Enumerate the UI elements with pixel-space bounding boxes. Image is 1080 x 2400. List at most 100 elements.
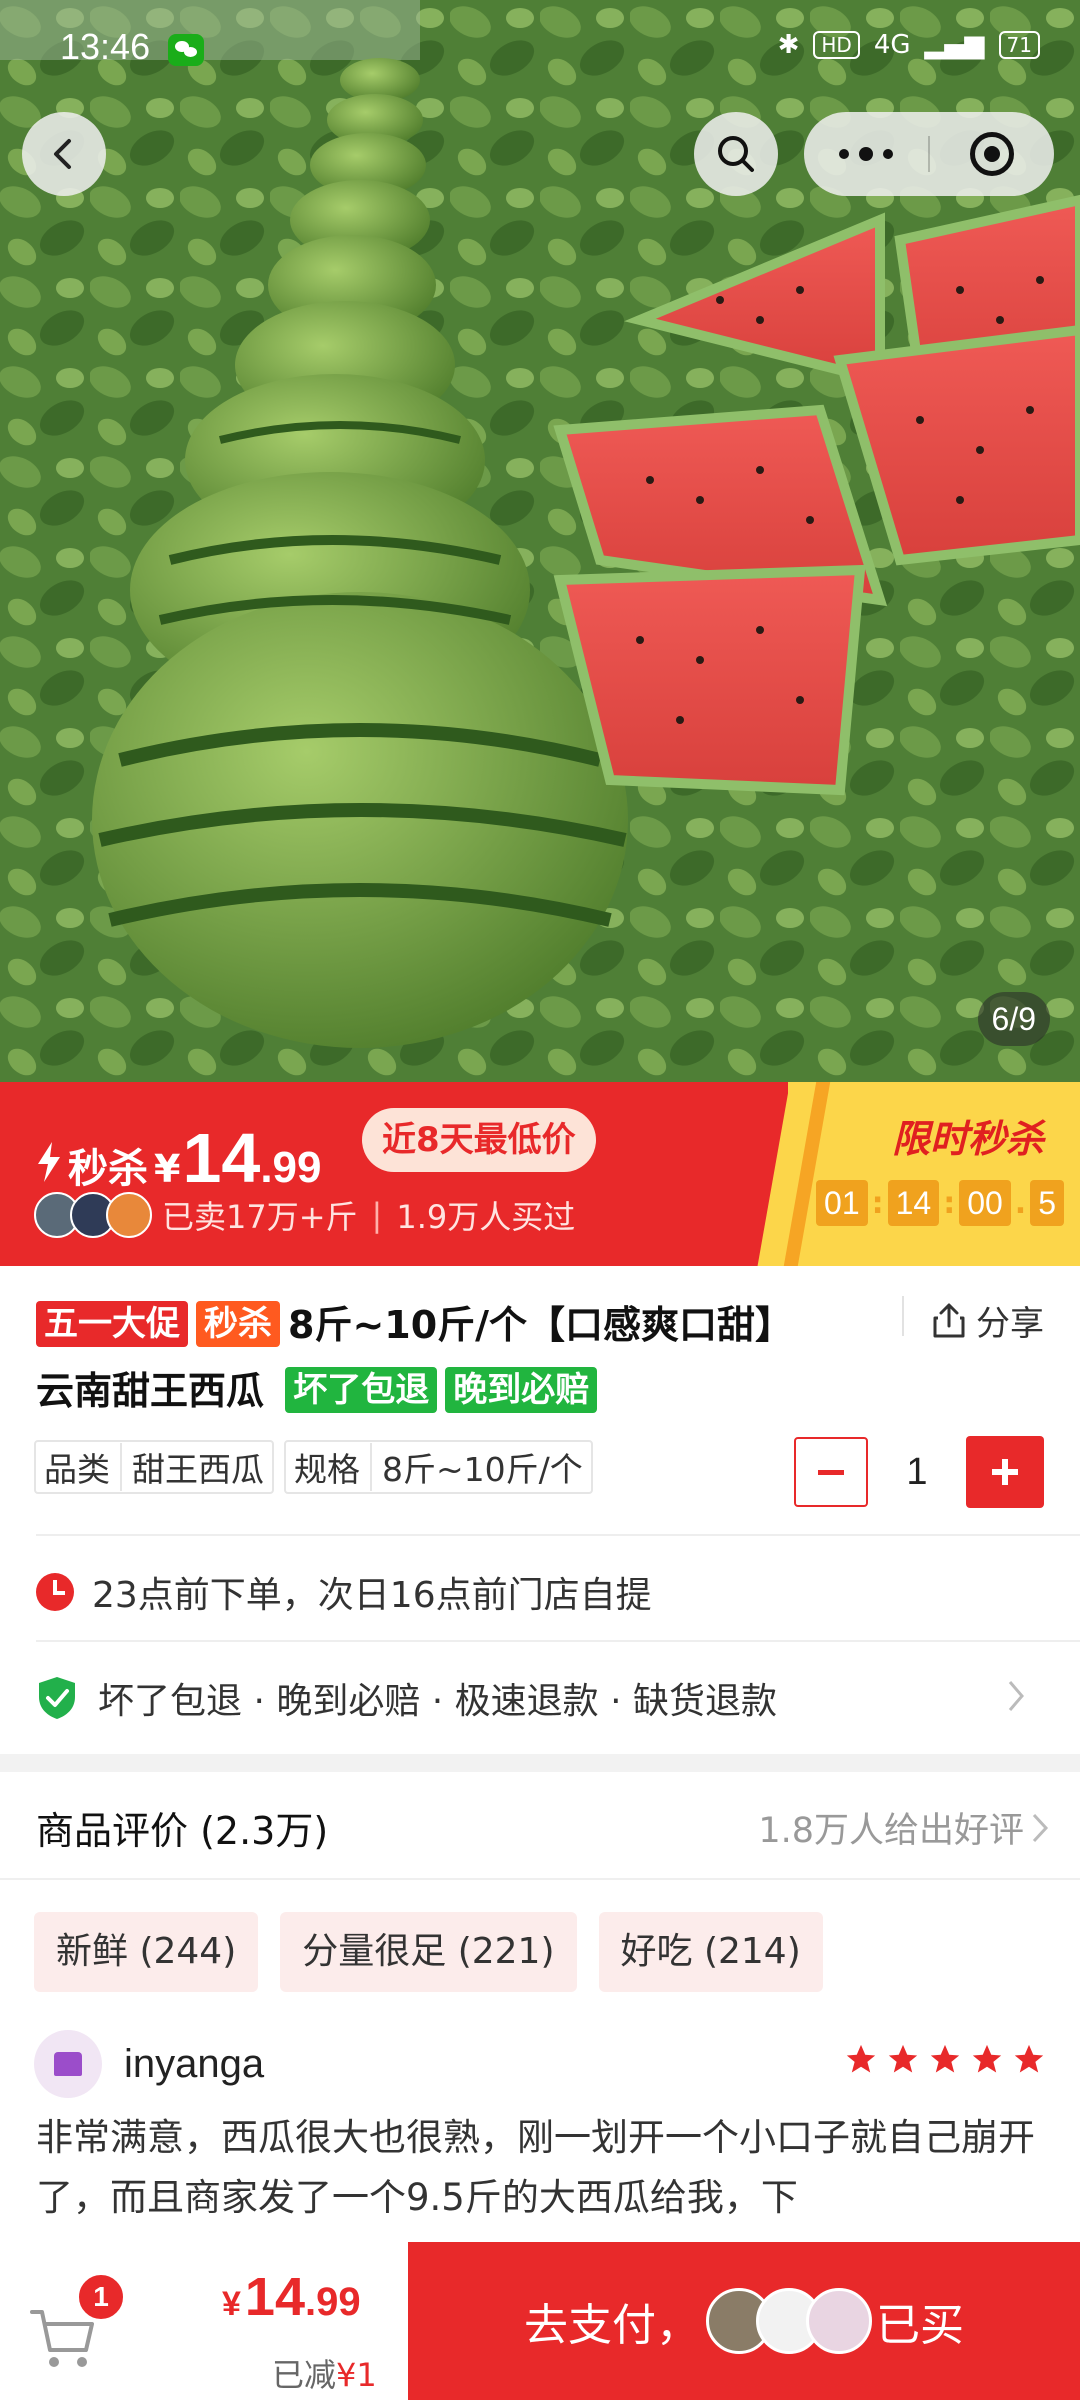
star-icon [1014,2044,1044,2073]
countdown-seconds: 00 [959,1180,1011,1226]
miniprogram-capsule [804,112,1054,196]
price-integer: 14 [244,2267,305,2327]
price-decimal: .99 [260,1143,322,1192]
countdown-minutes: 14 [887,1180,940,1226]
share-label: 分享 [976,1304,1044,1344]
spec-key: 品类 [44,1443,122,1491]
product-title: 五一大促 秒杀 8斤~10斤/个【口感爽口甜】 云南甜王西瓜 坏了包退 晚到必赔 [36,1292,886,1424]
spec-chip-size[interactable]: 规格 8斤~10斤/个 [284,1440,593,1494]
chevron-right-icon [1008,1681,1024,1711]
total-price: ¥ 14 .99 [222,2266,361,2328]
review-tags: 新鲜 (244) 分量很足 (221) 好吃 (214) [34,1912,823,1992]
search-icon [718,136,754,172]
product-image-carousel[interactable]: 13:46 ✱ HD 4G ▂▄▆ 71 6/9 [0,0,1080,1082]
pickup-info: 23点前下单，次日16点前门店自提 [36,1566,652,1618]
lowest-price-badge: 近8天最低价 [362,1108,596,1172]
refund-tag: 坏了包退 [285,1366,438,1413]
spec-value: 甜王西瓜 [132,1450,264,1489]
flash-price: 秒杀 ¥ 14 .99 [36,1118,322,1198]
cart-count-badge: 1 [76,2272,126,2322]
countdown-timer: 01 : 14 : 00 . 5 [816,1180,1064,1226]
service-guarantees[interactable]: 坏了包退 · 晚到必赔 · 极速退款 · 缺货退款 [36,1672,1048,1724]
image-counter: 6/9 [977,992,1050,1046]
pay-label: 去支付， [524,2300,700,2351]
sales-stats: 已卖17万+斤 | 1.9万人买过 [34,1192,575,1238]
status-bar: 13:46 ✱ HD 4G ▂▄▆ 71 [0,0,1080,100]
wechat-icon [168,34,204,66]
spec-chips: 品类 甜王西瓜 规格 8斤~10斤/个 [34,1440,593,1494]
close-miniprogram-button[interactable] [930,112,1054,196]
star-icon [972,2044,1002,2073]
network-label: 4G [873,30,911,60]
review-tag[interactable]: 新鲜 (244) [34,1912,259,1992]
positive-count: 1.8万人给出好评 [758,1811,1024,1851]
price-integer: 14 [182,1119,261,1197]
divider [36,1534,1080,1536]
star-icon [846,2044,876,2073]
review-text[interactable]: 非常满意，西瓜很大也很熟，刚一划开一个小口子就自己崩开了，而且商家发了一个9.5… [36,2108,1046,2232]
discount-label: 已减 [272,2356,337,2394]
flash-tag: 秒杀 [196,1300,280,1347]
minus-icon [818,1469,844,1475]
buyer-avatars [706,2288,872,2354]
bottom-action-bar: 1 ¥ 14 .99 已减¥1 去支付， 已买 [0,2242,1080,2400]
quantity-value[interactable]: 1 [868,1451,966,1494]
price-currency: ¥ [222,2285,241,2323]
countdown-hours: 01 [816,1180,868,1226]
bluetooth-icon: ✱ [777,30,800,60]
reviews-header[interactable]: 商品评价 (2.3万) [36,1800,328,1855]
reviews-section: 商品评价 (2.3万) 1.8万人给出好评 新鲜 (244) 分量很足 (221… [0,1772,1080,2242]
flash-sale-banner: 秒杀 ¥ 14 .99 近8天最低价 已卖17万+斤 | 1.9万人买过 限时秒… [0,1082,1080,1266]
buyer-avatars [34,1192,152,1238]
search-button[interactable] [694,112,778,196]
star-rating [844,2042,1046,2076]
review-tag[interactable]: 好吃 (214) [598,1912,823,1992]
back-button[interactable] [22,112,106,196]
reviewer-name: inyanga [124,2041,265,2086]
clock-icon [36,1573,74,1611]
quantity-stepper: 1 [794,1436,1044,1508]
bought-count: 1.9万人买过 [396,1198,576,1236]
product-detail-page: 13:46 ✱ HD 4G ▂▄▆ 71 6/9 秒杀 ¥ 14 .99 近8天… [0,0,1080,2400]
colon: . [1014,1185,1027,1221]
star-icon [888,2044,918,2073]
battery-icon: 71 [998,31,1040,59]
spec-chip-category[interactable]: 品类 甜王西瓜 [34,1440,274,1494]
share-button[interactable]: 分享 [930,1296,1044,1345]
bought-label: 已买 [876,2300,964,2351]
spec-value: 8斤~10斤/个 [382,1450,583,1489]
title-line-1: 8斤~10斤/个【口感爽口甜】 [288,1303,794,1347]
star-icon [930,2044,960,2073]
positive-reviews-link[interactable]: 1.8万人给出好评 [758,1802,1050,1853]
promo-tag: 五一大促 [36,1300,188,1347]
increase-button[interactable] [966,1436,1044,1508]
price-currency: ¥ [154,1147,181,1191]
guarantees-text: 坏了包退 · 晚到必赔 · 极速退款 · 缺货退款 [98,1681,777,1722]
pay-button[interactable]: 去支付， 已买 [408,2242,1080,2400]
countdown-tenths: 5 [1030,1180,1064,1226]
pickup-text: 23点前下单，次日16点前门店自提 [92,1575,652,1616]
flash-label: 秒杀 [68,1146,148,1192]
review-tag[interactable]: 分量很足 (221) [280,1912,577,1992]
divider [36,1640,1080,1642]
late-compensation-tag: 晚到必赔 [445,1366,598,1413]
status-time: 13:46 [60,26,151,67]
discount-value: ¥1 [336,2356,377,2394]
discount-info: 已减¥1 [272,2350,377,2396]
lightning-icon [38,1142,60,1182]
signal-icon: ▂▄▆ [924,30,985,60]
spec-key: 规格 [294,1443,372,1491]
avatar [34,2030,102,2098]
reviewer: inyanga [34,2030,264,2098]
colon: : [871,1185,884,1221]
divider [0,1878,1080,1880]
separator: | [371,1196,383,1234]
title-line-2: 云南甜王西瓜 [36,1369,265,1413]
price-decimal: .99 [305,2280,361,2324]
more-button[interactable] [804,112,928,196]
share-icon [933,1303,965,1337]
chevron-left-icon [54,139,71,169]
product-info: 五一大促 秒杀 8斤~10斤/个【口感爽口甜】 云南甜王西瓜 坏了包退 晚到必赔 分享… [0,1266,1080,1754]
chevron-right-icon [1032,1813,1049,1842]
decrease-button[interactable] [794,1437,868,1507]
